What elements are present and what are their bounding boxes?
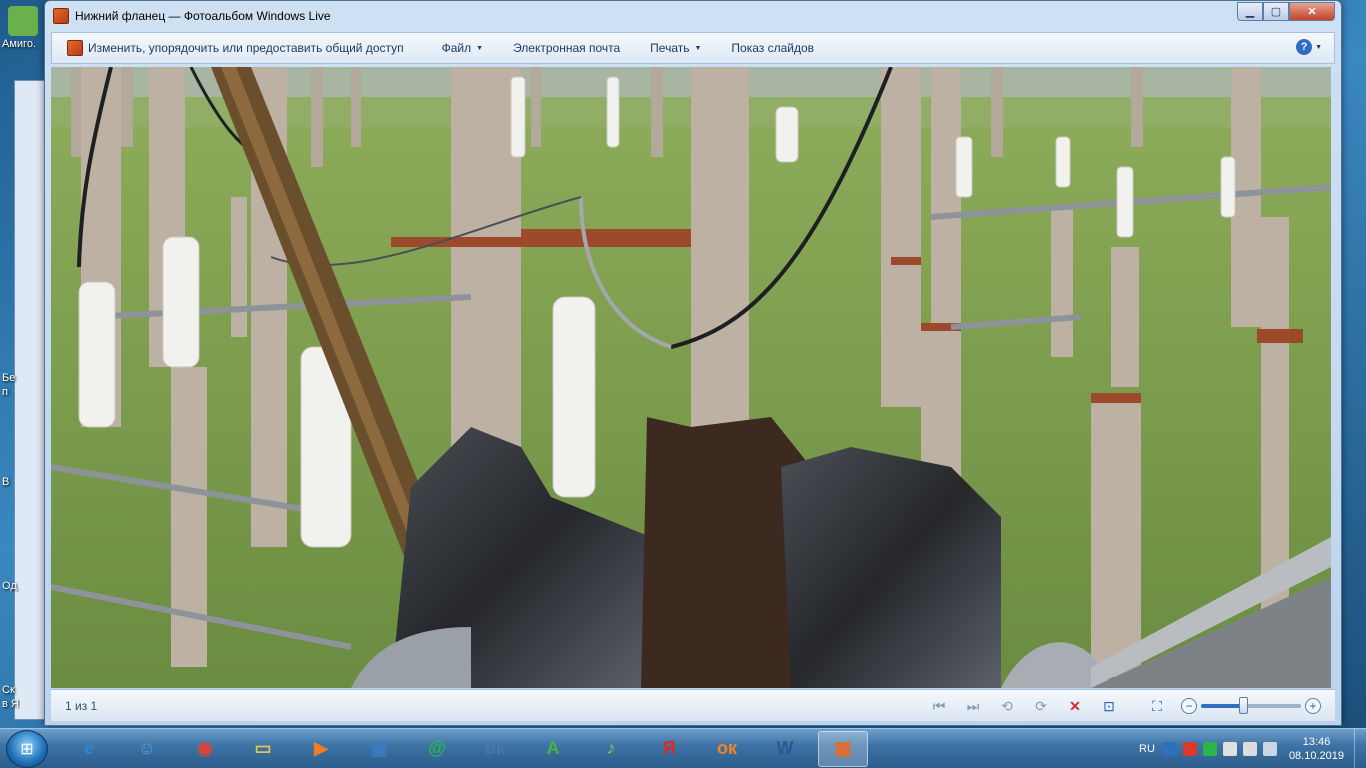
desktop-side-label: в Я bbox=[2, 698, 19, 710]
minimize-button[interactable]: ▁ bbox=[1237, 2, 1263, 21]
speaker-icon[interactable] bbox=[1242, 742, 1257, 756]
briefcase-icon: ▣ bbox=[370, 738, 388, 758]
language-indicator[interactable]: RU bbox=[1139, 743, 1155, 755]
desktop-side-label: Од bbox=[2, 580, 17, 592]
photo-viewer[interactable] bbox=[51, 67, 1331, 688]
mail-icon: @ bbox=[428, 738, 446, 758]
menu-print[interactable]: Печать ▼ bbox=[635, 33, 716, 63]
zoom-out-button[interactable]: − bbox=[1181, 698, 1197, 714]
window-controls: ▁ ▢ ✕ bbox=[1237, 2, 1335, 21]
taskbar-explorer-button[interactable]: ▭ bbox=[238, 731, 288, 767]
menu-edit-organize-share[interactable]: Изменить, упорядочить или предоставить о… bbox=[52, 33, 419, 63]
delete-icon[interactable]: ✕ bbox=[1065, 696, 1085, 716]
music-icon: ♪ bbox=[606, 738, 616, 758]
internet-explorer-icon: e bbox=[83, 738, 94, 758]
close-button[interactable]: ✕ bbox=[1289, 2, 1335, 21]
next-icon[interactable]: ⏭ bbox=[963, 696, 983, 716]
rotate-right-icon[interactable]: ⟳ bbox=[1031, 696, 1051, 716]
chrome-icon: ◉ bbox=[197, 738, 213, 758]
desktop-icon-amigo[interactable]: Амиго. bbox=[2, 6, 44, 50]
photo-gallery-icon: ▦ bbox=[834, 738, 852, 758]
antivirus-icon[interactable] bbox=[1182, 742, 1197, 756]
taskbar-media-player-button[interactable]: ▶ bbox=[296, 731, 346, 767]
taskbar-word-button[interactable]: W bbox=[760, 731, 810, 767]
help-icon: ? bbox=[1296, 39, 1313, 55]
taskbar-amigo-button[interactable]: A bbox=[528, 731, 578, 767]
amigo-icon bbox=[8, 6, 38, 36]
viewer-controls: ⏮ ⏭ ⟲ ⟳ ✕ ⊡ ⛶ − + bbox=[929, 696, 1321, 716]
photo-gallery-icon bbox=[53, 8, 69, 24]
chevron-down-icon: ▼ bbox=[1315, 43, 1322, 51]
odnoklassniki-icon: ок bbox=[716, 738, 737, 758]
desktop-side-label: Бе bbox=[2, 372, 16, 384]
desktop-side-label: Ск bbox=[2, 684, 15, 696]
system-tray: RU 13:46 08.10.2019 bbox=[1139, 729, 1366, 768]
zoom-slider-thumb[interactable] bbox=[1239, 697, 1248, 714]
network-icon[interactable] bbox=[1222, 742, 1237, 756]
zoom-in-button[interactable]: + bbox=[1305, 698, 1321, 714]
menu-item-label: Показ слайдов bbox=[731, 41, 815, 55]
photo-counter: 1 из 1 bbox=[65, 698, 98, 713]
zoom-control: − + bbox=[1181, 697, 1321, 714]
show-desktop-button[interactable] bbox=[1354, 729, 1366, 768]
fit-to-window-icon[interactable]: ⛶ bbox=[1147, 696, 1167, 716]
slideshow-icon[interactable]: ⊡ bbox=[1099, 696, 1119, 716]
command-bar: Изменить, упорядочить или предоставить о… bbox=[51, 32, 1335, 64]
signal-icon[interactable] bbox=[1262, 742, 1277, 756]
users-icon: ☺ bbox=[137, 738, 157, 758]
taskbar-photo-gallery-button[interactable]: ▦ bbox=[818, 730, 868, 767]
taskbar-music-button[interactable]: ♪ bbox=[586, 731, 636, 767]
taskbar-vk-button[interactable]: вк bbox=[470, 731, 520, 767]
clock-time: 13:46 bbox=[1302, 736, 1331, 748]
zoom-slider-fill bbox=[1201, 704, 1243, 708]
taskbar-internet-explorer-button[interactable]: e bbox=[64, 731, 114, 767]
help-button[interactable]: ? ▼ bbox=[1296, 39, 1322, 55]
title-bar[interactable]: Нижний фланец — Фотоальбом Windows Live … bbox=[45, 1, 1341, 31]
menu-file[interactable]: Файл ▼ bbox=[427, 33, 498, 63]
menu-item-label: Файл bbox=[441, 41, 472, 55]
taskbar-users-button[interactable]: ☺ bbox=[122, 731, 172, 767]
desktop-icon-label: Амиго. bbox=[2, 38, 36, 50]
taskbar: ⊞ e ☺ ◉ ▭ ▶ ▣ @ вк A ♪ Яок W ▦ RU 13:46 08.10.2019 bbox=[0, 728, 1366, 768]
help-icon[interactable] bbox=[1162, 742, 1177, 756]
start-button[interactable]: ⊞ bbox=[6, 729, 48, 768]
taskbar-briefcase-button[interactable]: ▣ bbox=[354, 731, 404, 767]
taskbar-apps: e ☺ ◉ ▭ ▶ ▣ @ вк A ♪ Яок W ▦ bbox=[56, 730, 868, 767]
taskbar-odnoklassniki-button[interactable]: ок bbox=[702, 731, 752, 767]
maximize-button[interactable]: ▢ bbox=[1263, 2, 1289, 21]
word-icon: W bbox=[776, 738, 794, 758]
chevron-down-icon: ▼ bbox=[476, 44, 484, 52]
sync-icon[interactable] bbox=[1202, 742, 1217, 756]
taskbar-mail-button[interactable]: @ bbox=[412, 731, 462, 767]
chevron-down-icon: ▼ bbox=[694, 44, 702, 52]
menu-slideshow[interactable]: Показ слайдов bbox=[716, 33, 829, 63]
taskbar-chrome-button[interactable]: ◉ bbox=[180, 731, 230, 767]
menu-item-label: Электронная почта bbox=[513, 41, 621, 55]
window-title: Нижний фланец — Фотоальбом Windows Live bbox=[75, 9, 331, 23]
explorer-icon: ▭ bbox=[254, 738, 272, 758]
photo-gallery-window: Нижний фланец — Фотоальбом Windows Live … bbox=[44, 0, 1342, 726]
menu-email[interactable]: Электронная почта bbox=[498, 33, 635, 63]
vk-icon: вк bbox=[484, 738, 506, 758]
desktop-side-label: В bbox=[2, 476, 10, 488]
clock[interactable]: 13:46 08.10.2019 bbox=[1289, 735, 1344, 763]
zoom-slider[interactable] bbox=[1201, 697, 1301, 714]
menu-item-label: Изменить, упорядочить или предоставить о… bbox=[88, 41, 404, 55]
previous-icon[interactable]: ⏮ bbox=[929, 696, 949, 716]
desktop-side-label: п bbox=[2, 386, 8, 398]
amigo-icon: A bbox=[546, 738, 560, 758]
substation-photo bbox=[51, 67, 1331, 688]
clock-date: 08.10.2019 bbox=[1288, 750, 1344, 762]
media-player-icon: ▶ bbox=[314, 738, 328, 758]
viewer-controls-bar: 1 из 1 ⏮ ⏭ ⟲ ⟳ ✕ ⊡ ⛶ − + bbox=[51, 689, 1335, 721]
menu-item-label: Печать bbox=[650, 41, 690, 55]
yandex-icon: Я bbox=[662, 738, 676, 758]
rotate-left-icon[interactable]: ⟲ bbox=[997, 696, 1017, 716]
taskbar-yandex-button[interactable]: Я bbox=[644, 731, 694, 767]
photo-gallery-icon bbox=[67, 40, 83, 56]
